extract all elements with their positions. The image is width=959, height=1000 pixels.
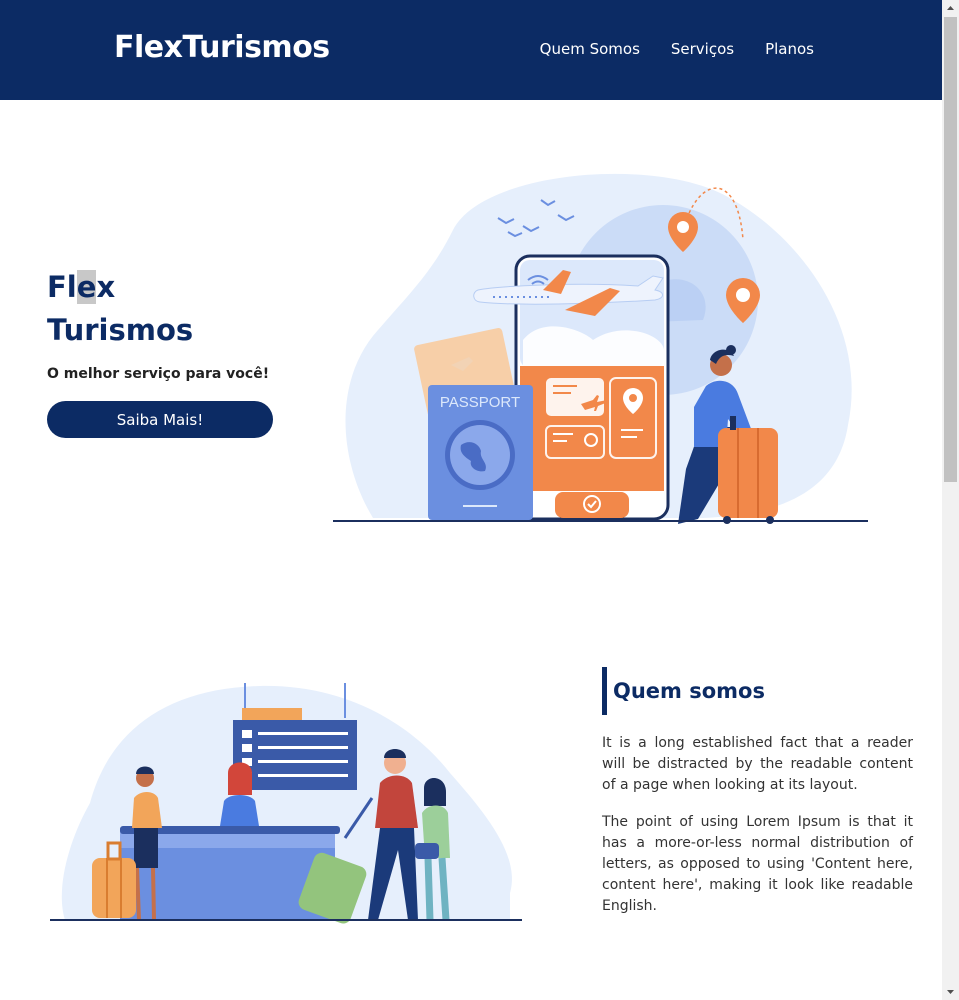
site-header: FlexTurismos Quem Somos Serviços Planos bbox=[0, 0, 942, 100]
passport-icon: PASSPORT bbox=[428, 385, 533, 520]
about-paragraph-1: It is a long established fact that a rea… bbox=[602, 735, 913, 793]
nav-link-quem-somos[interactable]: Quem Somos bbox=[540, 42, 640, 57]
site-logo[interactable]: FlexTurismos bbox=[114, 33, 330, 63]
nav-link-planos[interactable]: Planos bbox=[765, 42, 814, 57]
nav-link-servicos[interactable]: Serviços bbox=[671, 42, 734, 57]
hero-title-line-2: Turismos bbox=[47, 313, 194, 347]
passport-label: PASSPORT bbox=[440, 394, 520, 411]
airport-checkin-illustration bbox=[50, 683, 522, 924]
main-nav: Quem Somos Serviços Planos bbox=[540, 42, 814, 57]
hero-subtitle: O melhor serviço para você! bbox=[47, 366, 270, 382]
scrollbar-thumb[interactable] bbox=[944, 17, 957, 482]
hero-title-line-1: Flex bbox=[47, 266, 193, 309]
hero-title-text-end: x bbox=[96, 270, 116, 304]
scroll-down-arrow-icon[interactable] bbox=[942, 983, 959, 1000]
section-accent-bar bbox=[602, 667, 607, 715]
about-paragraph-2: The point of using Lorem Ipsum is that i… bbox=[602, 814, 913, 914]
travel-booking-illustration: PASSPORT bbox=[333, 173, 868, 524]
text-selection-highlight: e bbox=[76, 270, 97, 304]
hero-title-text: Fl bbox=[47, 270, 77, 304]
hero-title: Flex Turismos bbox=[47, 266, 193, 352]
vertical-scrollbar[interactable] bbox=[942, 0, 959, 1000]
scroll-up-arrow-icon[interactable] bbox=[942, 0, 959, 17]
saiba-mais-button[interactable]: Saiba Mais! bbox=[47, 401, 273, 438]
about-title: Quem somos bbox=[613, 679, 765, 703]
